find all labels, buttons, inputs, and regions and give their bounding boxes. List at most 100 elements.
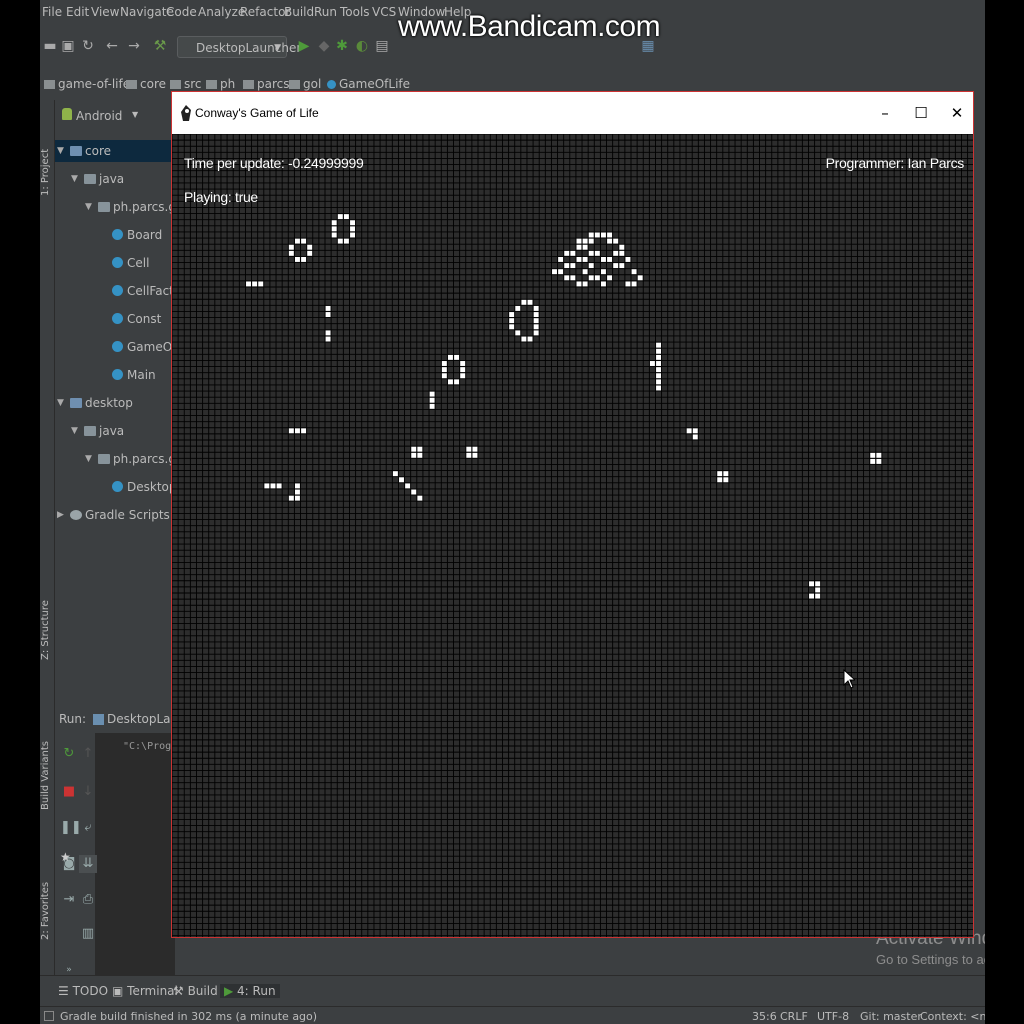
pause-icon[interactable]: ❚❚ bbox=[60, 819, 82, 837]
forward-icon[interactable]: → bbox=[126, 38, 142, 54]
menu-tools[interactable]: Tools bbox=[340, 5, 370, 19]
alive-cell bbox=[619, 250, 625, 256]
tab-favorites[interactable]: 2: Favorites bbox=[40, 850, 54, 940]
menu-build[interactable]: Build bbox=[284, 5, 314, 19]
alive-cell bbox=[411, 452, 417, 458]
breadcrumb-item[interactable]: ph bbox=[206, 77, 235, 91]
folder-icon bbox=[84, 174, 96, 184]
close-button[interactable]: ✕ bbox=[942, 100, 972, 126]
breadcrumb-item[interactable]: core bbox=[126, 77, 166, 91]
alive-cell bbox=[601, 281, 606, 287]
trash-icon[interactable]: ▥ bbox=[79, 925, 97, 943]
chevron-right-icon[interactable]: ▶ bbox=[57, 504, 64, 526]
breadcrumb-item[interactable]: GameOfLife bbox=[327, 77, 410, 91]
alive-cell bbox=[570, 275, 576, 281]
run-icon[interactable]: ▶ bbox=[296, 38, 312, 54]
save-icon[interactable]: ▣ bbox=[60, 38, 76, 54]
menu-view[interactable]: View bbox=[91, 5, 119, 19]
tab-structure[interactable]: Z: Structure bbox=[40, 560, 54, 660]
tab-terminal[interactable]: ▣ Terminal bbox=[112, 984, 178, 998]
alive-cell bbox=[613, 238, 619, 244]
chevron-down-icon[interactable]: ▼ bbox=[71, 420, 78, 442]
time-per-update: Time per update: -0.24999999 bbox=[184, 155, 364, 171]
chevron-down-icon[interactable]: ▼ bbox=[85, 196, 92, 218]
favorites-star-icon[interactable]: ★ bbox=[60, 850, 71, 864]
status-bar: Gradle build finished in 302 ms (a minut… bbox=[40, 1006, 985, 1024]
sync-icon[interactable]: ↻ bbox=[80, 38, 96, 54]
minimize-button[interactable]: – bbox=[870, 100, 900, 126]
menu-vcs[interactable]: VCS bbox=[372, 5, 396, 19]
game-title-bar[interactable]: Conway's Game of Life – ☐ ✕ bbox=[172, 92, 973, 134]
git-branch[interactable]: Git: master bbox=[860, 1010, 922, 1023]
game-board[interactable]: Time per update: -0.24999999 Playing: tr… bbox=[172, 134, 973, 937]
print-icon[interactable]: ⎙ bbox=[79, 891, 97, 909]
alive-cell bbox=[288, 244, 294, 250]
open-folder-icon[interactable]: ▬ bbox=[42, 38, 58, 54]
alive-cell bbox=[441, 367, 447, 373]
alive-cell bbox=[515, 330, 521, 336]
coverage-icon[interactable]: ◐ bbox=[354, 38, 370, 54]
menu-edit[interactable]: Edit bbox=[66, 5, 89, 19]
alive-cell bbox=[601, 257, 606, 262]
status-icon[interactable] bbox=[44, 1011, 54, 1021]
maximize-button[interactable]: ☐ bbox=[906, 100, 936, 126]
file-encoding[interactable]: UTF-8 bbox=[817, 1010, 849, 1023]
menu-run[interactable]: Run bbox=[314, 5, 337, 19]
chevron-down-icon[interactable]: ▼ bbox=[57, 392, 64, 414]
chevron-down-icon: ▼ bbox=[274, 43, 281, 53]
breadcrumb-item[interactable]: game-of-life bbox=[44, 77, 130, 91]
rerun-icon[interactable]: ↻ bbox=[60, 745, 78, 763]
alive-cell bbox=[594, 232, 600, 238]
attach-icon[interactable]: ▤ bbox=[374, 38, 390, 54]
arrow-down-icon: ↓ bbox=[82, 784, 94, 799]
back-icon[interactable]: ← bbox=[104, 38, 120, 54]
breadcrumb-item[interactable]: gol bbox=[289, 77, 321, 91]
run-label: Run: bbox=[59, 712, 87, 726]
stop-icon[interactable]: ■ bbox=[60, 783, 78, 801]
breadcrumb-item[interactable]: src bbox=[170, 77, 202, 91]
alive-cell bbox=[582, 269, 588, 275]
alive-cell bbox=[570, 263, 576, 269]
alive-cell bbox=[343, 238, 349, 244]
tab-build[interactable]: ⚒ Build bbox=[173, 984, 218, 998]
breadcrumb-item[interactable]: parcs bbox=[243, 77, 290, 91]
breadcrumb-label: parcs bbox=[257, 77, 290, 91]
alive-cell bbox=[582, 257, 588, 262]
folder-icon bbox=[206, 80, 217, 89]
scroll-to-end-icon[interactable]: ⇊ bbox=[79, 855, 97, 873]
menu-code[interactable]: Code bbox=[166, 5, 197, 19]
chevron-down-icon[interactable]: ▼ bbox=[57, 140, 64, 162]
alive-cell bbox=[631, 269, 637, 275]
line-separator[interactable]: CRLF bbox=[780, 1010, 808, 1023]
menu-file[interactable]: File bbox=[42, 5, 62, 19]
alive-cell bbox=[466, 446, 472, 452]
menu-analyze[interactable]: Analyze bbox=[198, 5, 245, 19]
chevron-down-icon[interactable]: ▼ bbox=[85, 448, 92, 470]
alive-cell bbox=[576, 257, 582, 262]
alive-cell bbox=[288, 250, 294, 256]
alive-cell bbox=[637, 275, 643, 281]
menu-refactor[interactable]: Refactor bbox=[240, 5, 290, 19]
context-indicator[interactable]: Context: <no cc bbox=[920, 1010, 985, 1023]
alive-cell bbox=[509, 324, 515, 330]
alive-cell bbox=[343, 214, 349, 220]
alive-cell bbox=[625, 257, 631, 262]
debug-icon[interactable]: ✱ bbox=[334, 38, 350, 54]
alive-cell bbox=[576, 281, 582, 287]
tab-build-variants[interactable]: Build Variants bbox=[40, 700, 54, 810]
soft-wrap-icon[interactable]: ⤶ bbox=[79, 819, 97, 837]
caret-position[interactable]: 35:6 bbox=[752, 1010, 777, 1023]
tab-run[interactable]: ▶ 4: Run bbox=[220, 984, 280, 998]
build-hammer-icon[interactable]: ⚒ bbox=[152, 38, 168, 54]
hammer-icon: ⚒ bbox=[173, 984, 188, 998]
run-config-label: DesktopLauncher bbox=[196, 41, 302, 55]
tab-project[interactable]: 1: Project bbox=[40, 116, 54, 196]
tab-todo[interactable]: ☰ TODO bbox=[58, 984, 108, 998]
alive-cell bbox=[686, 428, 692, 434]
alive-cell bbox=[295, 483, 300, 489]
folder-icon bbox=[243, 80, 254, 89]
tree-item-label: desktop bbox=[85, 396, 133, 410]
run-config-select[interactable]: DesktopLauncher ▼ bbox=[177, 36, 301, 58]
chevron-down-icon[interactable]: ▼ bbox=[71, 168, 78, 190]
exit-icon[interactable]: ⇥ bbox=[60, 891, 78, 909]
